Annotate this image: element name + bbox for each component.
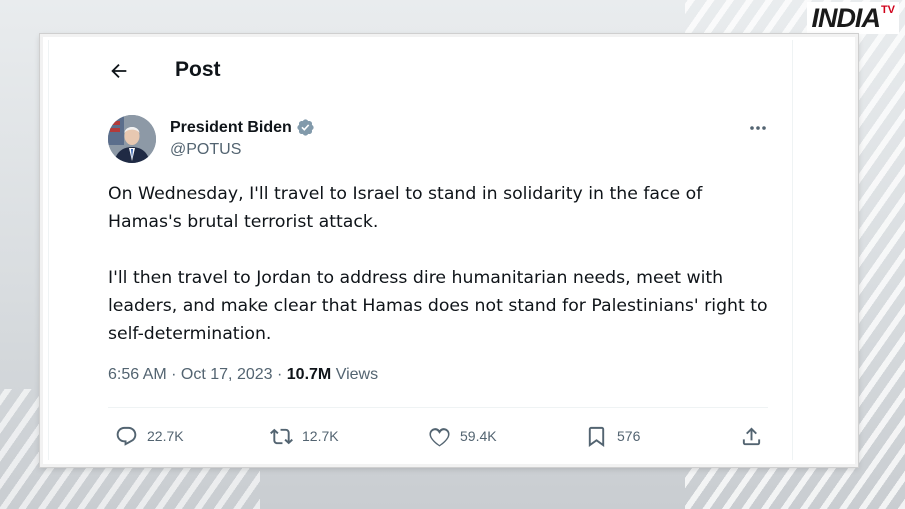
reply-button[interactable]: 22.7K — [115, 420, 184, 452]
post-metadata: 6:56 AM · Oct 17, 2023 · 10.7M Views — [108, 366, 378, 384]
repost-count: 12.7K — [302, 428, 339, 444]
bookmark-count: 576 — [617, 428, 641, 444]
share-button[interactable] — [740, 420, 763, 452]
divider — [108, 407, 768, 408]
page-title: Post — [175, 58, 221, 81]
like-count: 59.4K — [460, 428, 497, 444]
avatar[interactable] — [108, 115, 156, 163]
author-handle[interactable]: @POTUS — [170, 141, 241, 159]
views-label: Views — [335, 366, 379, 383]
header-back-button[interactable] — [108, 56, 130, 86]
reply-icon — [116, 426, 137, 446]
views-count: 10.7M — [286, 366, 332, 383]
heart-icon — [429, 427, 450, 446]
post-date[interactable]: Oct 17, 2023 — [181, 366, 273, 384]
repost-icon — [270, 428, 293, 444]
verified-badge-icon — [297, 119, 314, 136]
like-button[interactable]: 59.4K — [428, 420, 497, 452]
post-text: On Wednesday, I'll travel to Israel to s… — [108, 180, 768, 348]
reply-count: 22.7K — [147, 428, 184, 444]
meta-separator: · — [272, 366, 287, 383]
meta-separator: · — [166, 366, 181, 383]
arrow-left-icon[interactable] — [108, 60, 130, 82]
post-paragraph: I'll then travel to Jordan to address di… — [108, 268, 768, 344]
author-name[interactable]: President Biden — [170, 119, 292, 137]
post-time[interactable]: 6:56 AM — [108, 366, 167, 384]
repost-button[interactable]: 12.7K — [270, 420, 339, 452]
bookmark-icon — [588, 426, 605, 447]
avatar-image — [108, 115, 156, 163]
more-options-icon[interactable] — [748, 121, 768, 135]
action-bar: 22.7K 12.7K 59.4K 576 — [108, 420, 768, 452]
india-tv-logo: INDIA TV — [807, 2, 899, 34]
post-paragraph: On Wednesday, I'll travel to Israel to s… — [108, 184, 703, 232]
logo-suffix: TV — [880, 4, 895, 16]
author-row: President Biden — [170, 118, 315, 137]
bookmark-button[interactable]: 576 — [585, 420, 640, 452]
share-icon — [742, 426, 761, 445]
logo-word: INDIA — [811, 3, 880, 33]
